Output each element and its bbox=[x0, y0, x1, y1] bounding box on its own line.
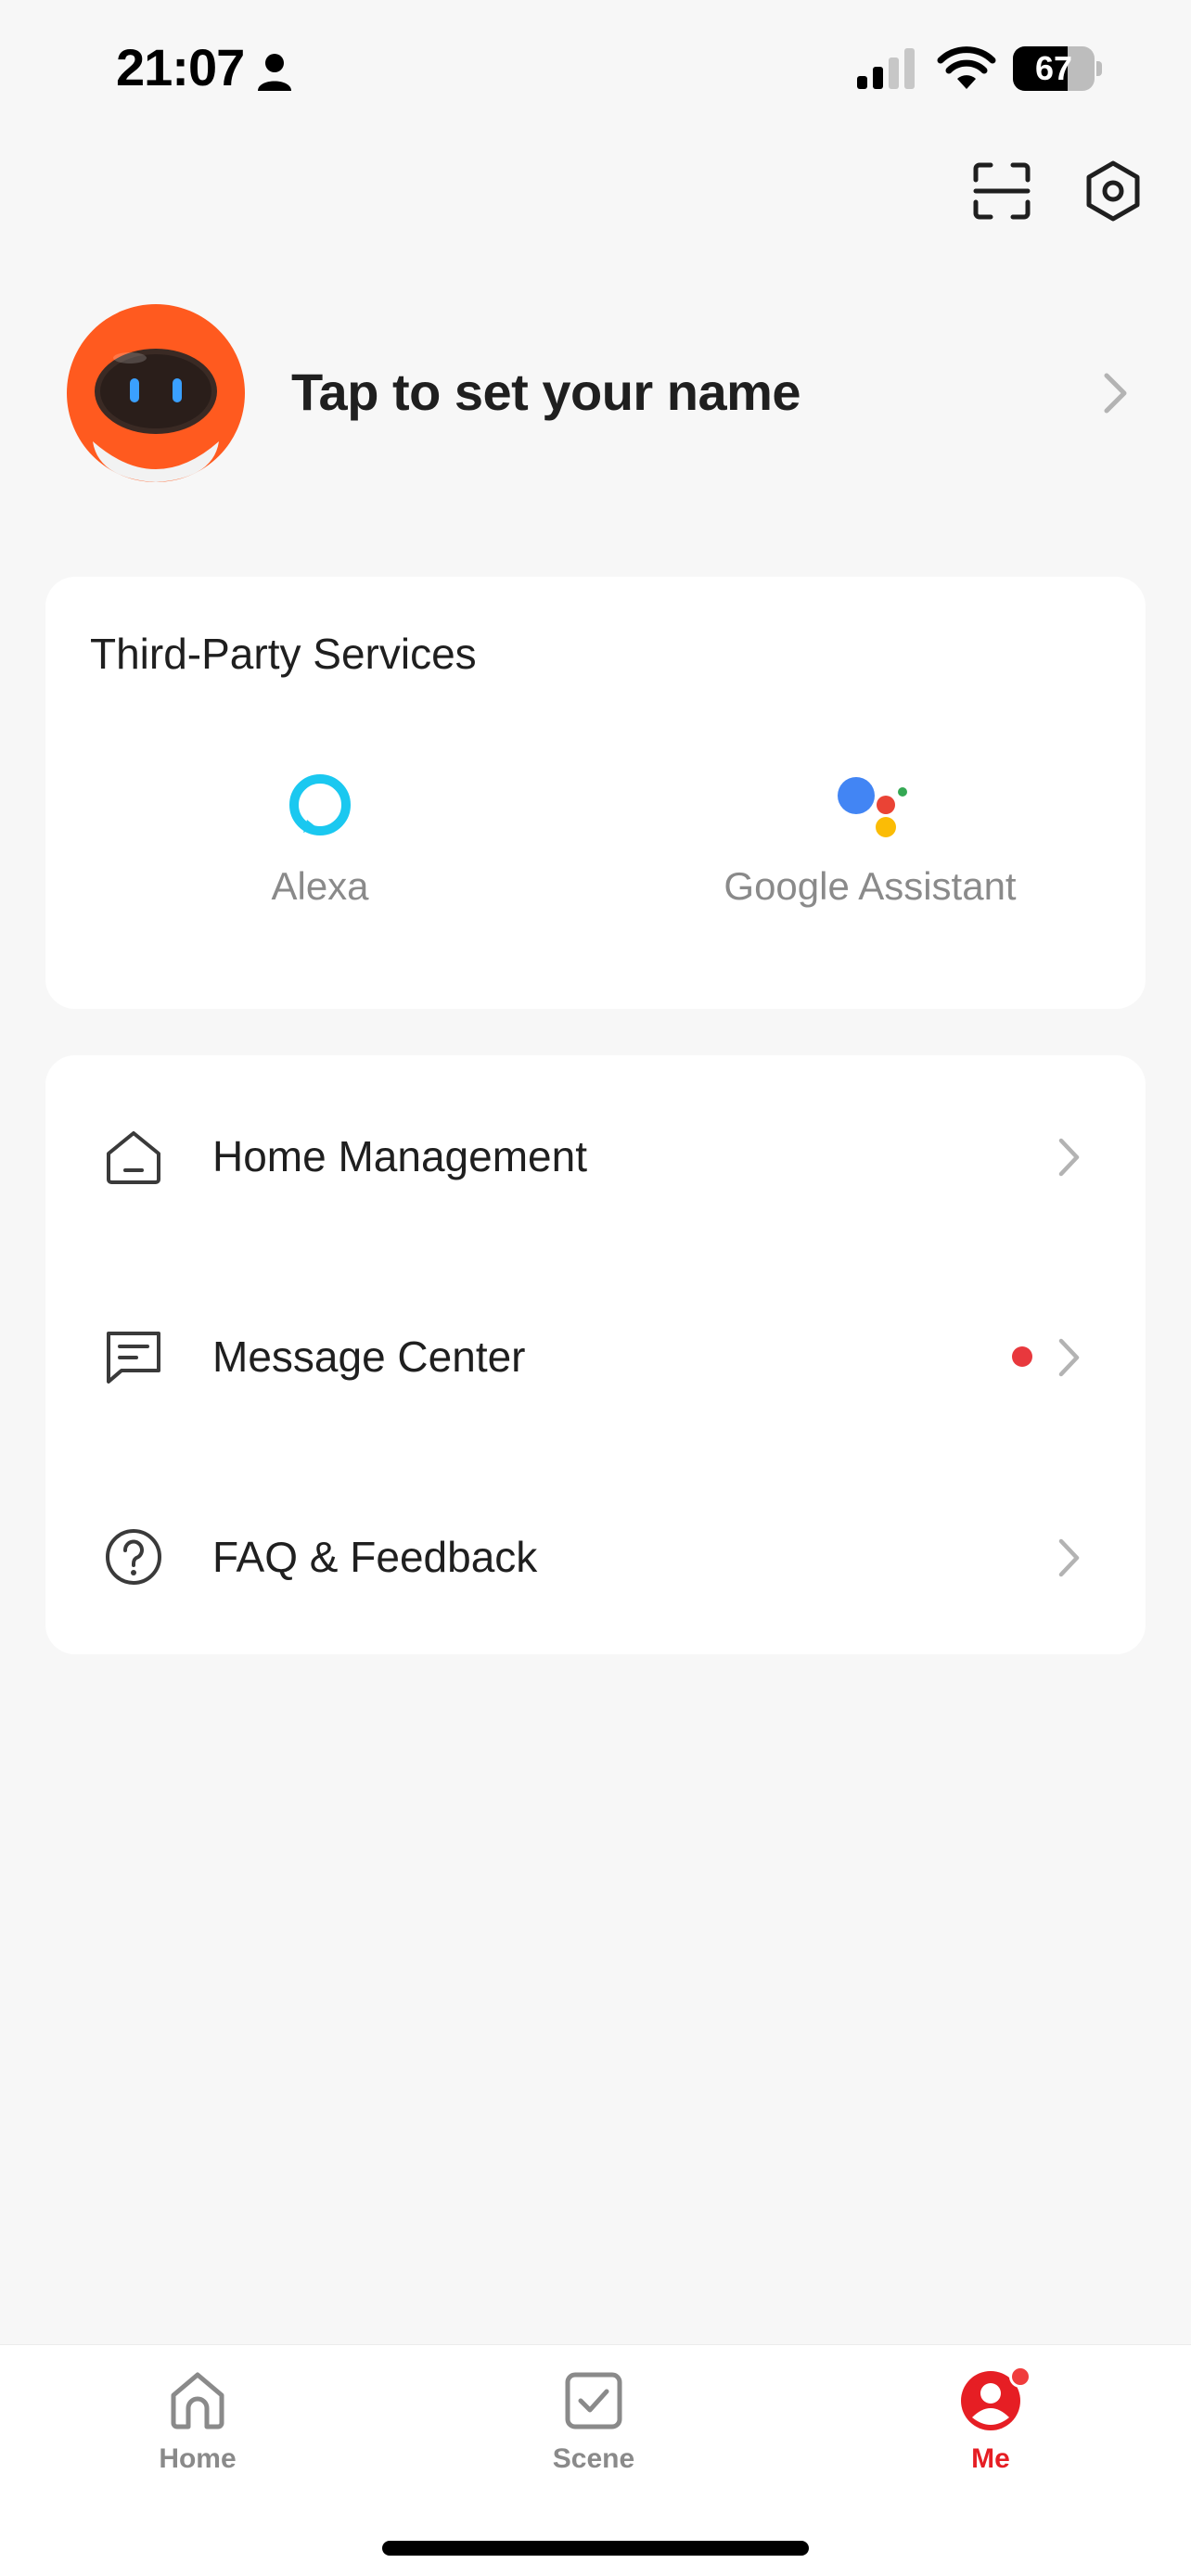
google-assistant-icon bbox=[838, 777, 907, 837]
menu-item-home-management[interactable]: Home Management bbox=[45, 1055, 1146, 1256]
scan-icon[interactable] bbox=[972, 161, 1031, 221]
menu-label: Message Center bbox=[212, 1333, 526, 1381]
home-indicator[interactable] bbox=[382, 2541, 809, 2556]
tab-scene[interactable]: Scene bbox=[501, 2367, 686, 2475]
status-bar: 21:07 67 bbox=[0, 0, 1191, 139]
chevron-right-icon bbox=[1058, 1338, 1080, 1377]
house-icon bbox=[107, 1131, 160, 1184]
menu-label: FAQ & Feedback bbox=[212, 1533, 538, 1581]
battery-body: 67 bbox=[1013, 46, 1095, 91]
scene-checkbox-icon bbox=[565, 2372, 622, 2429]
message-icon bbox=[107, 1332, 160, 1384]
google-assistant-label: Google Assistant bbox=[724, 864, 1017, 908]
cellular-signal-icon bbox=[857, 48, 915, 89]
chevron-right-icon bbox=[1058, 1138, 1080, 1177]
notification-dot bbox=[1012, 1346, 1032, 1367]
tab-label: Scene bbox=[552, 2443, 635, 2474]
google-assistant-service[interactable]: Google Assistant bbox=[595, 772, 1146, 909]
third-party-services-card: Third-Party Services Alexa Google Assist… bbox=[45, 577, 1146, 1009]
tab-me[interactable]: Me bbox=[898, 2366, 1083, 2475]
chevron-right-icon bbox=[1058, 1538, 1080, 1577]
profile-name-prompt: Tap to set your name bbox=[291, 363, 801, 421]
battery-cap bbox=[1096, 61, 1102, 76]
notification-badge bbox=[1009, 2366, 1031, 2388]
robot-avatar-icon bbox=[67, 304, 245, 482]
alexa-label: Alexa bbox=[271, 864, 369, 908]
profile-row[interactable]: Tap to set your name bbox=[0, 297, 1191, 482]
help-circle-icon bbox=[106, 1529, 161, 1585]
alexa-icon bbox=[289, 774, 351, 835]
settings-icon[interactable] bbox=[1082, 159, 1145, 223]
menu-item-message-center[interactable]: Message Center bbox=[45, 1256, 1146, 1456]
tab-label: Home bbox=[159, 2443, 237, 2474]
alexa-service[interactable]: Alexa bbox=[45, 772, 595, 909]
home-tab-icon bbox=[171, 2372, 224, 2429]
tab-label: Me bbox=[971, 2443, 1010, 2474]
wifi-icon bbox=[937, 46, 996, 89]
section-title: Third-Party Services bbox=[90, 630, 477, 678]
me-screen: 21:07 67 Tap to set your name Third-Part… bbox=[0, 0, 1191, 2576]
battery-level: 67 bbox=[1034, 49, 1073, 87]
menu-card: Home Management Message Center FAQ & Fee… bbox=[45, 1055, 1146, 1654]
menu-label: Home Management bbox=[212, 1132, 587, 1180]
battery-icon: 67 bbox=[1013, 46, 1102, 91]
tab-home[interactable]: Home bbox=[105, 2367, 290, 2475]
person-icon bbox=[258, 54, 291, 91]
status-time: 21:07 bbox=[116, 38, 245, 96]
chevron-right-icon bbox=[1104, 373, 1127, 414]
menu-item-faq-feedback[interactable]: FAQ & Feedback bbox=[45, 1456, 1146, 1656]
